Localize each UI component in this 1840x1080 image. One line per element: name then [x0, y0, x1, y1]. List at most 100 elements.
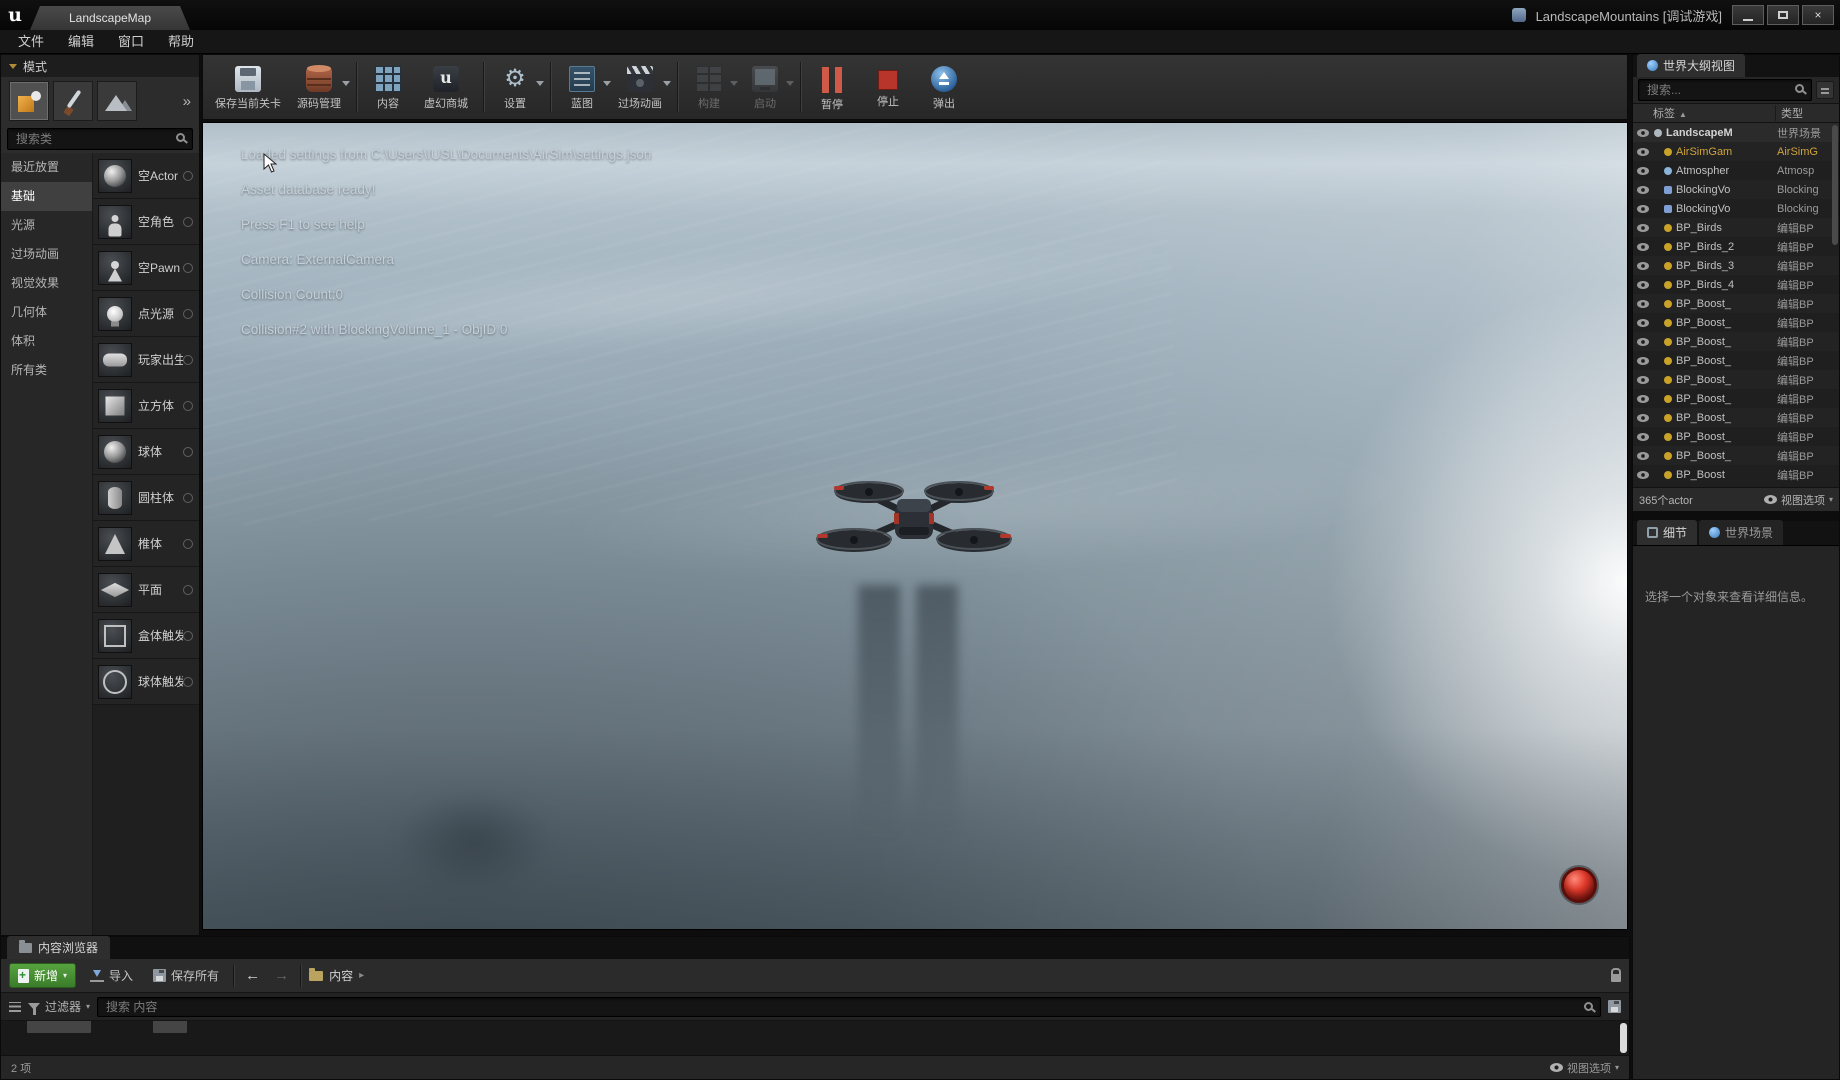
paint-mode-button[interactable]	[53, 81, 93, 121]
placement-category[interactable]: 光源	[1, 211, 92, 240]
menu-item[interactable]: 文件	[6, 30, 56, 53]
content-button[interactable]: 内容	[362, 57, 418, 117]
placement-category[interactable]: 过场动画	[1, 240, 92, 269]
visibility-eye-icon[interactable]	[1637, 470, 1649, 479]
outliner-row[interactable]: BP_Boost_ 编辑BP	[1633, 294, 1839, 313]
visibility-eye-icon[interactable]	[1637, 299, 1649, 308]
placeable-item[interactable]: 玩家出生点	[93, 337, 199, 383]
outliner-row[interactable]: BP_Birds 编辑BP	[1633, 218, 1839, 237]
breadcrumb[interactable]: 内容 ▸	[309, 967, 364, 984]
visibility-eye-icon[interactable]	[1637, 356, 1649, 365]
actor-type-link[interactable]: AirSimG	[1777, 146, 1839, 158]
placeable-item[interactable]: 平面	[93, 567, 199, 613]
actor-type-link[interactable]: 编辑BP	[1777, 467, 1839, 483]
placeable-item[interactable]: 盒体触发器	[93, 613, 199, 659]
level-tab[interactable]: LandscapeMap	[30, 6, 190, 30]
visibility-eye-icon[interactable]	[1637, 394, 1649, 403]
visibility-eye-icon[interactable]	[1637, 204, 1649, 213]
visibility-eye-icon[interactable]	[1637, 147, 1649, 156]
content-search-input[interactable]	[97, 996, 1601, 1017]
modes-search-input[interactable]	[7, 128, 193, 150]
placeable-item[interactable]: 空角色	[93, 199, 199, 245]
marketplace-button[interactable]: 虚幻商城	[418, 57, 478, 117]
actor-type-link[interactable]: 编辑BP	[1777, 391, 1839, 407]
import-button[interactable]: 导入	[84, 964, 139, 987]
outliner-row[interactable]: BP_Boost_ 编辑BP	[1633, 446, 1839, 465]
save-all-button[interactable]: 保存所有	[147, 964, 225, 987]
folder-item[interactable]	[27, 1021, 91, 1033]
eject-button[interactable]: 弹出	[918, 57, 974, 117]
settings-button[interactable]: 设置	[489, 57, 545, 117]
outliner-row[interactable]: BlockingVo Blocking	[1633, 180, 1839, 199]
outliner-row[interactable]: BP_Boost_ 编辑BP	[1633, 389, 1839, 408]
sources-toggle-icon[interactable]	[9, 1001, 21, 1012]
actor-type-link[interactable]: 编辑BP	[1777, 372, 1839, 388]
placement-category[interactable]: 最近放置	[1, 153, 92, 182]
content-scrollbar[interactable]	[1620, 1023, 1627, 1053]
pause-button[interactable]: 暂停	[806, 57, 862, 117]
placeable-item[interactable]: 点光源	[93, 291, 199, 337]
blueprints-button[interactable]: 蓝图	[556, 57, 612, 117]
label-column-header[interactable]: 标签 ▲	[1633, 105, 1775, 121]
lock-icon[interactable]	[1611, 968, 1621, 982]
actor-type-link[interactable]: 编辑BP	[1777, 353, 1839, 369]
placeable-item[interactable]: 球体触发器	[93, 659, 199, 705]
place-mode-button[interactable]	[9, 81, 49, 121]
world-settings-tab[interactable]: 世界场景	[1699, 520, 1784, 545]
actor-type-link[interactable]: 编辑BP	[1777, 315, 1839, 331]
actor-type-link[interactable]: 编辑BP	[1777, 277, 1839, 293]
visibility-eye-icon[interactable]	[1637, 318, 1649, 327]
actor-type-link[interactable]: 编辑BP	[1777, 239, 1839, 255]
save-level-button[interactable]: 保存当前关卡	[209, 57, 291, 117]
actor-type-link[interactable]: Blocking	[1777, 203, 1839, 215]
type-column-header[interactable]: 类型	[1775, 105, 1839, 121]
placeable-item[interactable]: 空Pawn	[93, 245, 199, 291]
actor-type-link[interactable]: Atmosp	[1777, 165, 1839, 177]
add-new-button[interactable]: 新增 ▾	[9, 963, 77, 988]
visibility-eye-icon[interactable]	[1637, 261, 1649, 270]
outliner-options-icon[interactable]	[1816, 81, 1834, 99]
game-viewport[interactable]: Loaded settings from C:\Users\IUSL\Docum…	[202, 122, 1628, 930]
outliner-row[interactable]: BP_Boost_ 编辑BP	[1633, 332, 1839, 351]
outliner-row[interactable]: BP_Boost_ 编辑BP	[1633, 427, 1839, 446]
notification-icon[interactable]	[1511, 8, 1526, 22]
outliner-row[interactable]: BP_Boost_ 编辑BP	[1633, 351, 1839, 370]
minimize-button[interactable]	[1732, 5, 1764, 25]
outliner-row[interactable]: BlockingVo Blocking	[1633, 199, 1839, 218]
landscape-mode-button[interactable]	[97, 81, 137, 121]
actor-type-link[interactable]: 编辑BP	[1777, 448, 1839, 464]
visibility-eye-icon[interactable]	[1637, 413, 1649, 422]
save-search-icon[interactable]	[1608, 1000, 1621, 1013]
visibility-eye-icon[interactable]	[1637, 375, 1649, 384]
drag-grip-icon[interactable]	[183, 446, 193, 457]
actor-type-link[interactable]: 编辑BP	[1777, 334, 1839, 350]
drag-grip-icon[interactable]	[183, 354, 193, 365]
stop-button[interactable]: 停止	[862, 57, 918, 117]
drag-grip-icon[interactable]	[183, 262, 193, 273]
visibility-eye-icon[interactable]	[1637, 166, 1649, 175]
actor-type-link[interactable]: 编辑BP	[1777, 429, 1839, 445]
close-button[interactable]: ×	[1802, 5, 1834, 25]
drag-grip-icon[interactable]	[183, 308, 193, 319]
record-button[interactable]	[1561, 867, 1597, 903]
cinematics-button[interactable]: 过场动画	[612, 57, 672, 117]
placeable-item[interactable]: 椎体	[93, 521, 199, 567]
outliner-row[interactable]: BP_Birds_3 编辑BP	[1633, 256, 1839, 275]
drag-grip-icon[interactable]	[183, 170, 193, 181]
visibility-eye-icon[interactable]	[1637, 223, 1649, 232]
drag-grip-icon[interactable]	[183, 630, 193, 641]
menu-item[interactable]: 编辑	[56, 30, 106, 53]
actor-type-link[interactable]: 编辑BP	[1777, 410, 1839, 426]
outliner-row[interactable]: BP_Boost_ 编辑BP	[1633, 370, 1839, 389]
chevron-down-icon[interactable]	[603, 81, 611, 86]
placeable-item[interactable]: 空Actor	[93, 153, 199, 199]
visibility-eye-icon[interactable]	[1637, 128, 1649, 137]
placement-category[interactable]: 所有类	[1, 356, 92, 385]
menu-item[interactable]: 帮助	[156, 30, 206, 53]
outliner-row[interactable]: LandscapeM 世界场景	[1633, 123, 1839, 142]
folder-item[interactable]	[153, 1021, 187, 1033]
chevron-down-icon[interactable]	[663, 81, 671, 86]
visibility-eye-icon[interactable]	[1637, 337, 1649, 346]
outliner-row[interactable]: Atmospher Atmosp	[1633, 161, 1839, 180]
back-button[interactable]: ←	[242, 967, 263, 984]
